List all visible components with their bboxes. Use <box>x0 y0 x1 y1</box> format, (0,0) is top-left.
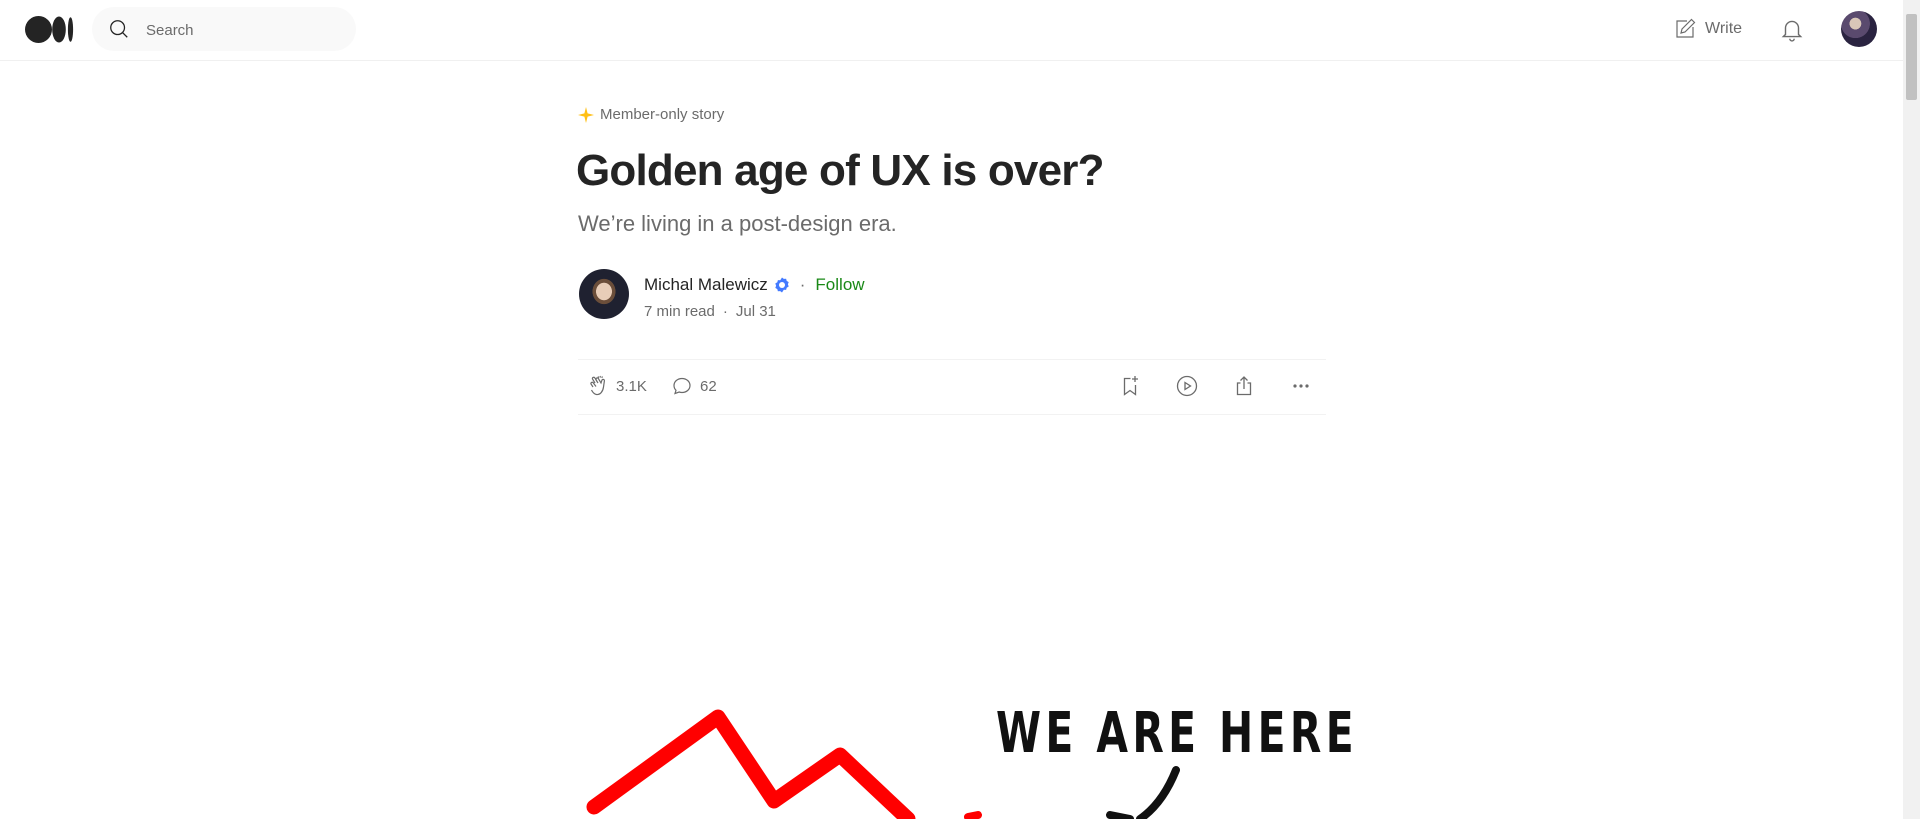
read-time: 7 min read <box>644 303 715 320</box>
article-meta: 7 min read · Jul 31 <box>644 303 776 320</box>
search-icon <box>110 20 128 38</box>
save-bookmark-button[interactable] <box>1118 374 1142 398</box>
author-avatar[interactable] <box>579 269 629 319</box>
clap-button[interactable]: 3.1K <box>586 374 647 398</box>
notifications-bell-icon[interactable] <box>1779 16 1805 42</box>
article-title: Golden age of UX is over? <box>576 146 1104 195</box>
medium-logo-icon[interactable] <box>25 15 75 44</box>
user-avatar[interactable] <box>1841 11 1877 47</box>
top-navbar: Write <box>0 0 1903 61</box>
hand-drawn-arrow <box>1106 766 1180 819</box>
author-name-link[interactable]: Michal Malewicz <box>644 275 768 295</box>
write-label: Write <box>1705 20 1743 37</box>
meta-separator-dot: · <box>722 303 728 320</box>
share-icon <box>1236 376 1252 396</box>
clap-count: 3.1K <box>616 377 647 395</box>
follow-button[interactable]: Follow <box>815 275 864 295</box>
trend-line-tail <box>964 811 982 819</box>
more-options-button[interactable] <box>1289 374 1313 398</box>
we-are-here-text: WE ARE HERE <box>996 701 1358 766</box>
star-sparkle-icon <box>578 106 594 123</box>
write-button[interactable]: Write <box>1673 16 1742 42</box>
article-subtitle: We’re living in a post-design era. <box>578 211 897 236</box>
article-hero-illustration: WE ARE HERE <box>586 701 1358 819</box>
more-dots-icon <box>1293 384 1309 388</box>
declining-trend-line <box>586 709 916 819</box>
comment-bubble-icon <box>673 377 691 395</box>
bookmark-add-icon <box>1123 376 1138 396</box>
write-icon <box>1676 18 1696 38</box>
verified-badge-icon <box>775 277 789 293</box>
member-only-label: Member-only story <box>600 106 725 123</box>
article-action-bar: 3.1K 62 <box>578 359 1326 415</box>
page-scrollbar[interactable] <box>1903 0 1920 819</box>
separator-dot: · <box>799 275 806 294</box>
responses-button[interactable]: 62 <box>670 374 717 398</box>
scrollbar-thumb[interactable] <box>1906 14 1917 100</box>
publish-date: Jul 31 <box>735 303 776 320</box>
play-circle-icon <box>1176 375 1198 397</box>
author-line: Michal Malewicz · Follow <box>644 275 865 295</box>
responses-count: 62 <box>700 377 717 395</box>
search-input[interactable] <box>144 7 348 53</box>
clap-icon <box>590 375 605 396</box>
search-box[interactable] <box>92 7 356 53</box>
listen-button[interactable] <box>1175 374 1199 398</box>
member-only-badge: Member-only story <box>578 106 724 123</box>
share-button[interactable] <box>1232 374 1256 398</box>
